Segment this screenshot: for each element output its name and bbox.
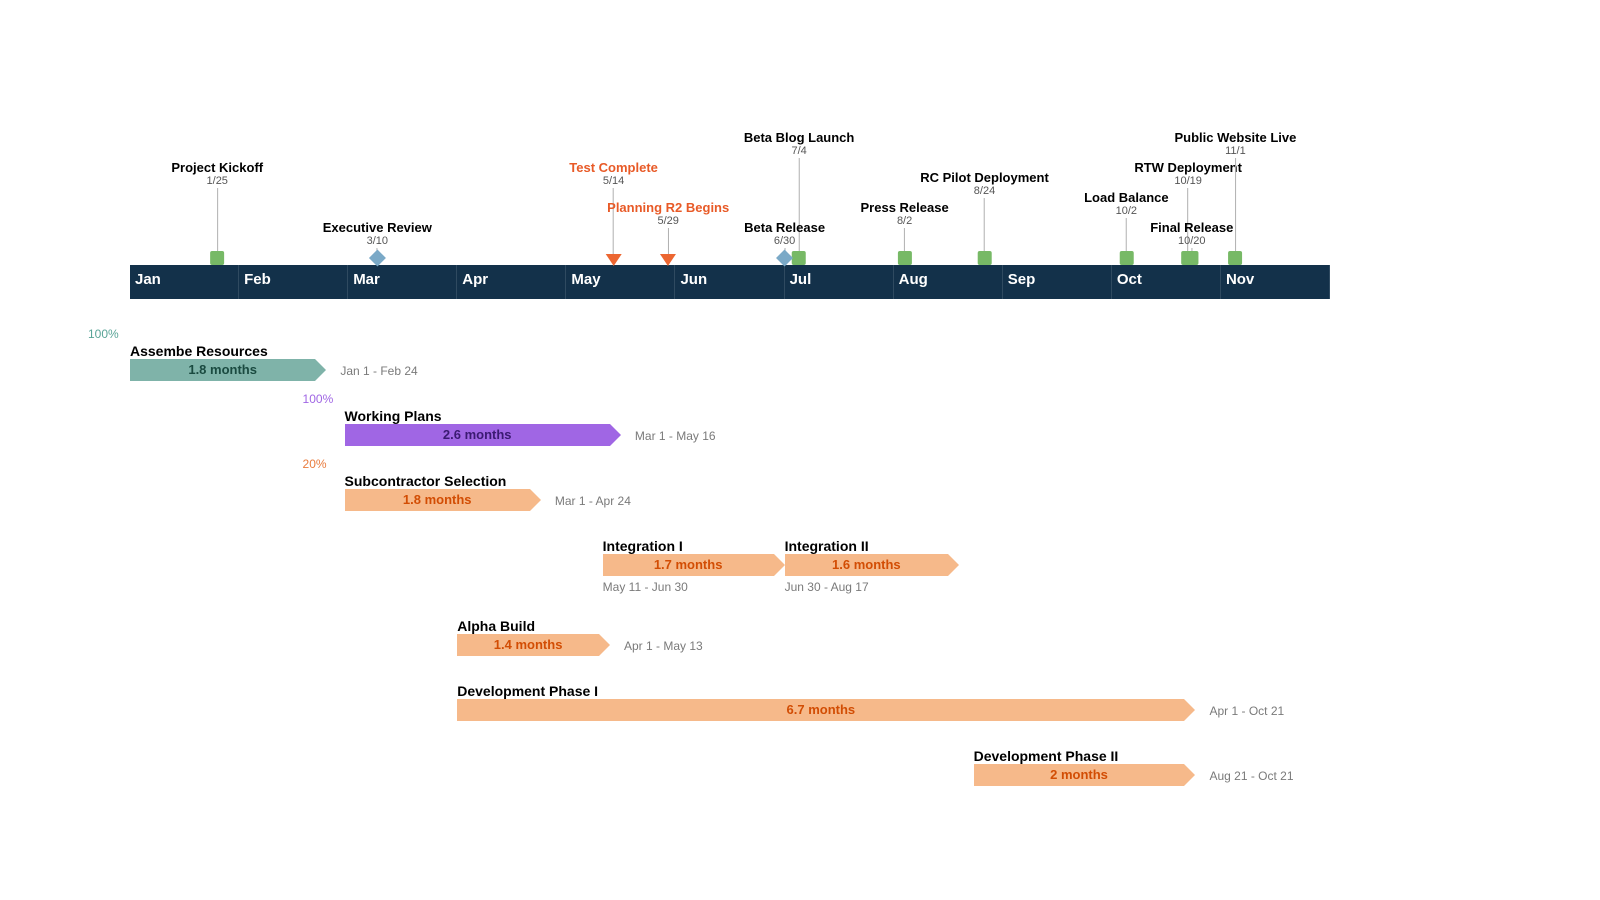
month-label: Sep bbox=[1008, 271, 1036, 288]
task-title: Development Phase II bbox=[974, 748, 1119, 764]
month-label: Aug bbox=[899, 271, 928, 288]
task-row: Assembe Resources1.8 months100%Jan 1 - F… bbox=[130, 325, 1330, 381]
task-title: Assembe Resources bbox=[130, 343, 268, 359]
milestone: Executive Review3/10 bbox=[323, 220, 432, 270]
square-marker bbox=[1228, 251, 1242, 265]
task-bar: 2.6 months bbox=[345, 424, 610, 446]
task-title: Alpha Build bbox=[457, 618, 535, 634]
milestone-date: 6/30 bbox=[744, 235, 825, 248]
task-row: Development Phase II2 months Aug 21 - Oct… bbox=[130, 730, 1330, 786]
task-bar: 1.4 months bbox=[457, 634, 599, 656]
task-title: Working Plans bbox=[345, 408, 442, 424]
milestone: Planning R2 Begins5/29 bbox=[607, 200, 729, 267]
task-date-range: Apr 1 - May 13 bbox=[624, 639, 703, 653]
task-row: Subcontractor Selection1.8 months 20% Mar … bbox=[130, 455, 1330, 511]
task-title: Subcontractor Selection bbox=[345, 473, 507, 489]
task-row: Integration II1.6 monthsJun 30 - Aug 17 bbox=[130, 520, 1330, 576]
task-percent: 20% bbox=[303, 457, 327, 508]
task-date-range: Mar 1 - Apr 24 bbox=[555, 494, 631, 508]
arrow-down-icon bbox=[660, 254, 676, 266]
milestone-title: Beta Release bbox=[744, 220, 825, 235]
task-title: Development Phase I bbox=[457, 683, 598, 699]
milestone-date: 1/25 bbox=[171, 175, 263, 188]
task-bar: 1.8 months bbox=[130, 359, 315, 381]
milestone-connector bbox=[984, 198, 985, 258]
month-label: May bbox=[571, 271, 600, 288]
task-date-range: Jun 30 - Aug 17 bbox=[785, 580, 869, 594]
milestone-connector bbox=[217, 188, 218, 258]
month-label: Apr bbox=[462, 271, 488, 288]
milestone-date: 5/14 bbox=[569, 175, 658, 188]
milestone-title: Test Complete bbox=[569, 160, 658, 175]
diamond-marker bbox=[776, 250, 793, 267]
milestone: RC Pilot Deployment8/24 bbox=[920, 170, 1049, 272]
square-marker bbox=[978, 251, 992, 265]
milestone-title: Project Kickoff bbox=[171, 160, 263, 175]
milestone-title: RC Pilot Deployment bbox=[920, 170, 1049, 185]
milestone-title: Executive Review bbox=[323, 220, 432, 235]
milestone-title: Planning R2 Begins bbox=[607, 200, 729, 215]
milestone-date: 7/4 bbox=[744, 145, 855, 158]
task-date-range: Aug 21 - Oct 21 bbox=[1209, 769, 1293, 783]
task-bar: 1.6 months bbox=[785, 554, 948, 576]
milestone-connector bbox=[1235, 158, 1236, 258]
month-cell: May bbox=[566, 265, 675, 299]
task-bar: 1.8 months bbox=[345, 489, 530, 511]
month-label: Jan bbox=[135, 271, 161, 288]
task-row: Alpha Build1.4 months Apr 1 - May 13 bbox=[130, 600, 1330, 656]
milestone: Beta Release6/30 bbox=[744, 220, 825, 270]
month-cell: Mar bbox=[348, 265, 457, 299]
month-label: Jun bbox=[680, 271, 707, 288]
task-bar: 6.7 months bbox=[457, 699, 1184, 721]
diamond-marker bbox=[369, 250, 386, 267]
milestone-date: 5/29 bbox=[607, 215, 729, 228]
month-label: Nov bbox=[1226, 271, 1254, 288]
milestone-connector bbox=[668, 228, 669, 255]
task-date-range: Mar 1 - May 16 bbox=[635, 429, 716, 443]
month-cell: Apr bbox=[457, 265, 566, 299]
square-marker bbox=[210, 251, 224, 265]
gantt-chart: Jan Feb Mar Apr May Jun Jul Aug Sep Oct Nov Projec… bbox=[130, 130, 1330, 830]
month-label: Oct bbox=[1117, 271, 1142, 288]
milestone-date: 3/10 bbox=[323, 235, 432, 248]
task-percent: 100% bbox=[303, 392, 334, 443]
task-percent: 100% bbox=[88, 327, 119, 378]
square-marker bbox=[898, 251, 912, 265]
task-date-range: Apr 1 - Oct 21 bbox=[1209, 704, 1284, 718]
task-bar: 2 months bbox=[974, 764, 1185, 786]
milestone-date: 8/24 bbox=[920, 185, 1049, 198]
month-label: Feb bbox=[244, 271, 271, 288]
month-label: Mar bbox=[353, 271, 380, 288]
month-label: Jul bbox=[790, 271, 812, 288]
milestone: Public Website Live11/1 bbox=[1175, 130, 1297, 272]
milestone-title: Public Website Live bbox=[1175, 130, 1297, 145]
milestone: Project Kickoff1/25 bbox=[171, 160, 263, 272]
task-row: Working Plans2.6 months 100% Mar 1 - May 1… bbox=[130, 390, 1330, 446]
milestone-title: Beta Blog Launch bbox=[744, 130, 855, 145]
task-date-range: Jan 1 - Feb 24 bbox=[340, 364, 417, 378]
task-title: Integration II bbox=[785, 538, 869, 554]
square-marker bbox=[1119, 251, 1133, 265]
milestone-date: 11/1 bbox=[1175, 145, 1297, 158]
task-row: Development Phase I6.7 months Apr 1 - Oct… bbox=[130, 665, 1330, 721]
task-date-range: May 11 - Jun 30 bbox=[603, 580, 688, 594]
